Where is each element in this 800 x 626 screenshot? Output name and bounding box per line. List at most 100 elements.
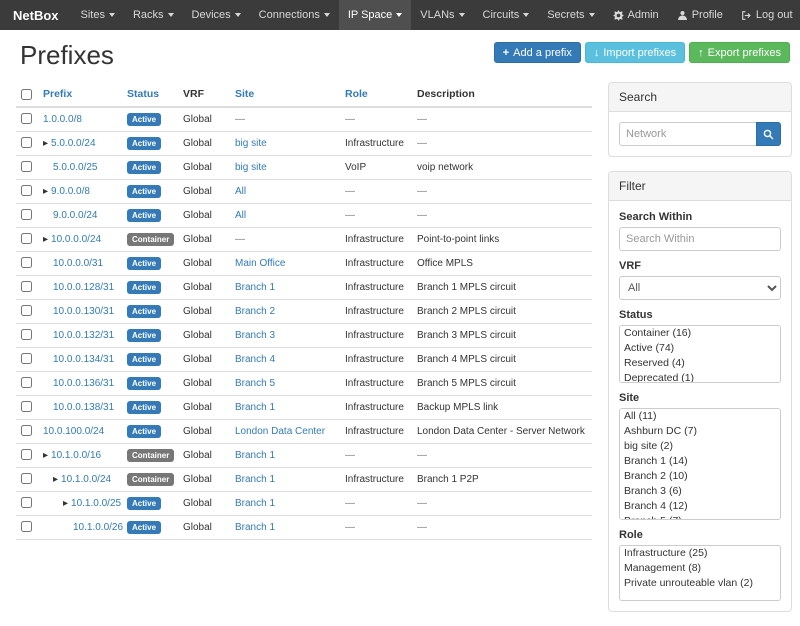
- nav-menu-item[interactable]: Connections: [250, 0, 339, 30]
- row-checkbox[interactable]: [21, 473, 32, 484]
- site-link[interactable]: Branch 1: [235, 402, 275, 413]
- prefix-link[interactable]: 10.0.0.130/31: [53, 306, 114, 317]
- prefix-cell: 10.1.0.0/16: [38, 444, 122, 468]
- prefix-link[interactable]: 10.0.0.128/31: [53, 282, 114, 293]
- prefix-link[interactable]: 10.0.0.0/31: [53, 258, 103, 269]
- status-filter-option[interactable]: Active (74): [620, 341, 780, 356]
- prefix-link[interactable]: 1.0.0.0/8: [43, 114, 82, 125]
- page-title: Prefixes: [20, 40, 114, 71]
- site-link[interactable]: Branch 5: [235, 378, 275, 389]
- nav-menu-item[interactable]: Devices: [183, 0, 250, 30]
- row-checkbox[interactable]: [21, 329, 32, 340]
- status-cell: Active: [122, 324, 178, 348]
- prefix-link[interactable]: 10.0.0.132/31: [53, 330, 114, 341]
- row-checkbox[interactable]: [21, 257, 32, 268]
- row-checkbox[interactable]: [21, 401, 32, 412]
- profile-link[interactable]: Profile: [668, 0, 732, 30]
- site-link[interactable]: Branch 3: [235, 330, 275, 341]
- nav-menu-item[interactable]: Sites: [72, 0, 124, 30]
- row-checkbox[interactable]: [21, 497, 32, 508]
- status-filter-option[interactable]: Deprecated (1): [620, 371, 780, 383]
- nav-menu-item[interactable]: Circuits: [474, 0, 539, 30]
- site-filter-option[interactable]: Branch 1 (14): [620, 454, 780, 469]
- select-all-checkbox[interactable]: [21, 89, 32, 100]
- row-checkbox[interactable]: [21, 521, 32, 532]
- row-checkbox[interactable]: [21, 449, 32, 460]
- row-checkbox[interactable]: [21, 161, 32, 172]
- sort-role-link[interactable]: Role: [345, 88, 368, 100]
- row-checkbox[interactable]: [21, 377, 32, 388]
- site-link[interactable]: big site: [235, 162, 267, 173]
- site-filter-option[interactable]: Branch 4 (12): [620, 499, 780, 514]
- role-filter-option[interactable]: Management (8): [620, 561, 780, 576]
- sort-status-link[interactable]: Status: [127, 88, 159, 100]
- row-checkbox[interactable]: [21, 185, 32, 196]
- search-within-input[interactable]: [619, 227, 781, 251]
- prefix-link[interactable]: 9.0.0.0/8: [51, 186, 90, 197]
- site-filter-option[interactable]: Ashburn DC (7): [620, 424, 780, 439]
- site-link[interactable]: Main Office: [235, 258, 285, 269]
- nav-menu-item[interactable]: Secrets: [538, 0, 603, 30]
- site-link[interactable]: Branch 1: [235, 282, 275, 293]
- admin-link[interactable]: Admin: [604, 0, 668, 30]
- add-prefix-button[interactable]: Add a prefix: [494, 42, 581, 63]
- row-checkbox[interactable]: [21, 113, 32, 124]
- site-link[interactable]: Branch 1: [235, 498, 275, 509]
- nav-menu-item[interactable]: VLANs: [411, 0, 473, 30]
- site-link[interactable]: Branch 1: [235, 522, 275, 533]
- search-input[interactable]: [619, 122, 756, 146]
- role-filter-option[interactable]: Infrastructure (25): [620, 546, 780, 561]
- row-checkbox[interactable]: [21, 353, 32, 364]
- site-link[interactable]: London Data Center: [235, 426, 325, 437]
- prefix-link[interactable]: 10.1.0.0/25: [71, 498, 121, 509]
- role-filter-label: Role: [619, 529, 781, 541]
- site-link[interactable]: big site: [235, 138, 267, 149]
- logout-link[interactable]: Log out: [732, 0, 800, 30]
- sort-prefix-link[interactable]: Prefix: [43, 88, 72, 100]
- prefix-link[interactable]: 5.0.0.0/25: [53, 162, 97, 173]
- site-link[interactable]: All: [235, 210, 246, 221]
- search-button[interactable]: [756, 122, 781, 146]
- site-filter-listbox[interactable]: All (11) Ashburn DC (7) big site (2) Bra…: [619, 408, 781, 520]
- import-prefixes-button[interactable]: Import prefixes: [585, 42, 685, 63]
- site-filter-option[interactable]: All (11): [620, 409, 780, 424]
- nav-menu-item[interactable]: IP Space: [339, 0, 411, 30]
- row-checkbox[interactable]: [21, 425, 32, 436]
- prefix-link[interactable]: 10.1.0.0/16: [51, 450, 101, 461]
- site-filter-option[interactable]: Branch 2 (10): [620, 469, 780, 484]
- prefix-link[interactable]: 10.0.0.0/24: [51, 234, 101, 245]
- status-filter-listbox[interactable]: Container (16) Active (74) Reserved (4) …: [619, 325, 781, 383]
- prefix-link[interactable]: 10.0.0.138/31: [53, 402, 114, 413]
- sort-site-link[interactable]: Site: [235, 88, 254, 100]
- site-link[interactable]: Branch 1: [235, 450, 275, 461]
- site-link[interactable]: Branch 4: [235, 354, 275, 365]
- row-checkbox[interactable]: [21, 137, 32, 148]
- prefix-link[interactable]: 10.1.0.0/26: [73, 522, 123, 533]
- prefix-link[interactable]: 10.0.0.136/31: [53, 378, 114, 389]
- prefix-link[interactable]: 10.1.0.0/24: [61, 474, 111, 485]
- prefix-link[interactable]: 5.0.0.0/24: [51, 138, 95, 149]
- nav-menu-item[interactable]: Racks: [124, 0, 183, 30]
- site-link[interactable]: All: [235, 186, 246, 197]
- row-checkbox[interactable]: [21, 305, 32, 316]
- prefix-link[interactable]: 10.0.0.134/31: [53, 354, 114, 365]
- status-filter-option[interactable]: Container (16): [620, 326, 780, 341]
- prefix-link[interactable]: 10.0.100.0/24: [43, 426, 104, 437]
- row-checkbox[interactable]: [21, 209, 32, 220]
- status-filter-option[interactable]: Reserved (4): [620, 356, 780, 371]
- site-link[interactable]: —: [235, 114, 245, 125]
- site-filter-option[interactable]: big site (2): [620, 439, 780, 454]
- prefix-link[interactable]: 9.0.0.0/24: [53, 210, 97, 221]
- export-prefixes-button[interactable]: Export prefixes: [689, 42, 790, 63]
- site-filter-option[interactable]: Branch 5 (7): [620, 514, 780, 520]
- site-link[interactable]: Branch 1: [235, 474, 275, 485]
- site-link[interactable]: Branch 2: [235, 306, 275, 317]
- vrf-filter-select[interactable]: All: [619, 276, 781, 300]
- brand[interactable]: NetBox: [0, 0, 72, 30]
- role-filter-option[interactable]: Private unrouteable vlan (2): [620, 576, 780, 591]
- site-filter-option[interactable]: Branch 3 (6): [620, 484, 780, 499]
- row-checkbox[interactable]: [21, 233, 32, 244]
- row-checkbox[interactable]: [21, 281, 32, 292]
- site-link[interactable]: —: [235, 234, 245, 245]
- role-filter-listbox[interactable]: Infrastructure (25) Management (8) Priva…: [619, 545, 781, 601]
